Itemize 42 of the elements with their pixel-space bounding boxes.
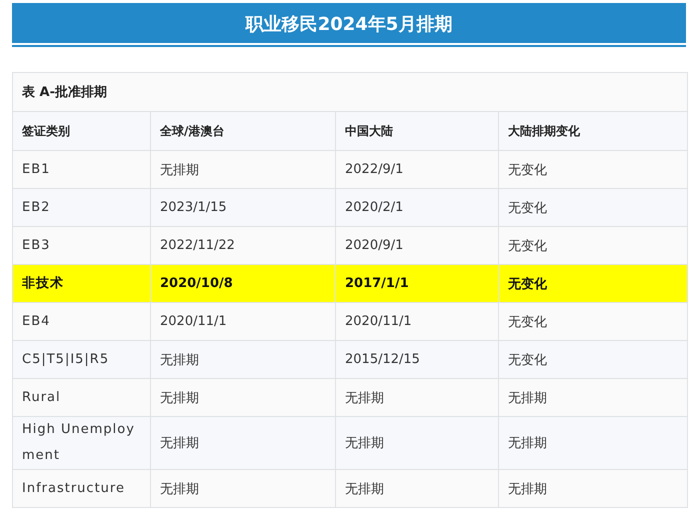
table-cell: 无变化 [498, 150, 688, 188]
column-header: 大陆排期变化 [498, 112, 688, 150]
table-cell: 2022/11/22 [150, 226, 336, 264]
table-cell: 无变化 [498, 226, 688, 264]
column-header: 中国大陆 [336, 112, 498, 150]
table-cell: 2020/10/8 [150, 264, 336, 302]
table-cell: 无排期 [498, 470, 688, 508]
table-cell: 非技术 [12, 264, 150, 302]
column-header: 签证类别 [12, 112, 150, 150]
table-cell: 无排期 [336, 416, 498, 470]
table-cell: 无排期 [336, 378, 498, 416]
table-cell: 无变化 [498, 264, 688, 302]
table-cell: 无排期 [336, 470, 498, 508]
table-cell: 无排期 [150, 416, 336, 470]
table-cell: Rural [12, 378, 150, 416]
table-cell: 2020/11/1 [336, 302, 498, 340]
table-cell: 2020/11/1 [150, 302, 336, 340]
table-cell: 无变化 [498, 302, 688, 340]
table-caption: 表 A-批准排期 [12, 72, 688, 112]
table-cell: 无排期 [150, 378, 336, 416]
table-cell: 无变化 [498, 188, 688, 226]
table-cell: 无排期 [150, 470, 336, 508]
table-cell: 2022/9/1 [336, 150, 498, 188]
table-cell: 无排期 [150, 340, 336, 378]
table-cell: 2020/9/1 [336, 226, 498, 264]
table-cell: EB4 [12, 302, 150, 340]
table-cell: EB3 [12, 226, 150, 264]
table-cell: 2023/1/15 [150, 188, 336, 226]
table-cell: 2017/1/1 [336, 264, 498, 302]
page-title: 职业移民2024年5月排期 [12, 3, 686, 47]
column-header: 全球/港澳台 [150, 112, 336, 150]
table-cell: 无变化 [498, 340, 688, 378]
table-cell: 2020/2/1 [336, 188, 498, 226]
table-cell: C5|T5|I5|R5 [12, 340, 150, 378]
table-cell: 无排期 [150, 150, 336, 188]
table-cell: 2015/12/15 [336, 340, 498, 378]
table-cell: 无排期 [498, 378, 688, 416]
table-cell: 无排期 [498, 416, 688, 470]
table-cell: EB1 [12, 150, 150, 188]
table-cell: High Unemployment [12, 416, 150, 470]
table-cell: EB2 [12, 188, 150, 226]
table-cell: Infrastructure [12, 470, 150, 508]
